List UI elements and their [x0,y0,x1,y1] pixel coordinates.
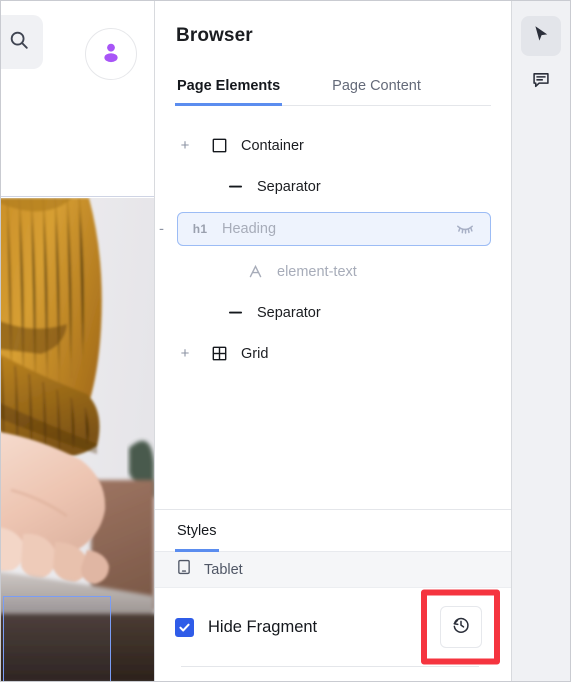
styles-panel: Styles Tablet Hide Fragment [155,509,511,681]
separator-icon [225,177,245,197]
panel-bottom-space [155,667,511,681]
reset-history-button[interactable] [440,606,482,648]
panel-tabs: Page Elements Page Content [175,72,491,106]
device-label: Tablet [204,561,243,578]
eye-closed-icon[interactable] [456,223,474,235]
grid-icon [209,344,229,364]
tree-item-label: Heading [222,221,277,237]
canvas-toolbar [1,1,154,197]
h1-tag-icon: h1 [192,222,208,236]
text-a-icon [245,262,265,282]
tablet-icon [176,559,192,580]
selection-rectangle[interactable] [3,596,111,681]
tree-item-heading[interactable]: - h1 Heading [159,212,491,246]
hide-fragment-label: Hide Fragment [208,617,318,636]
comment-icon [531,70,551,95]
tree-item-container[interactable]: + Container [175,130,491,161]
device-selector-tablet[interactable]: Tablet [155,552,511,588]
comment-tool-button[interactable] [521,62,561,102]
tree-item-separator-bottom[interactable]: Separator [191,297,491,328]
canvas-photo [1,198,154,681]
cursor-pointer-icon [531,24,551,49]
right-toolbar [512,1,570,681]
tab-page-elements[interactable]: Page Elements [175,72,283,106]
tree-item-label: Grid [241,345,269,362]
tree-item-label: Separator [257,304,321,321]
tree-item-label: Container [241,137,304,154]
expand-toggle-icon[interactable]: + [177,346,193,361]
cursor-tool-button[interactable] [521,16,561,56]
avatar[interactable] [85,28,137,80]
tree-item-label: Separator [257,178,321,195]
tree-item-label: element-text [277,263,357,280]
collapse-toggle-icon[interactable]: - [159,221,164,238]
tree-item-element-text[interactable]: element-text [211,256,491,287]
styles-tabs: Styles [155,510,511,552]
canvas-preview-panel [1,1,155,681]
tree-item-grid[interactable]: + Grid [175,338,491,369]
container-icon [209,136,229,156]
history-restore-icon [451,615,471,640]
separator-icon [225,303,245,323]
hide-fragment-checkbox[interactable] [175,617,194,637]
user-avatar-icon [98,39,124,70]
element-tree: + Container Separator - h1 Heading eleme… [155,106,511,509]
tab-styles[interactable]: Styles [175,510,219,552]
hide-fragment-row: Hide Fragment [155,588,511,666]
expand-toggle-icon[interactable]: + [177,138,193,153]
search-icon [8,29,30,56]
app-window: Browser Page Elements Page Content + Con… [0,0,571,682]
tab-page-content[interactable]: Page Content [330,72,423,106]
tree-item-separator-top[interactable]: Separator [191,171,491,202]
search-button[interactable] [1,15,43,69]
page-title: Browser [176,25,253,46]
browser-panel: Browser Page Elements Page Content + Con… [155,1,512,681]
